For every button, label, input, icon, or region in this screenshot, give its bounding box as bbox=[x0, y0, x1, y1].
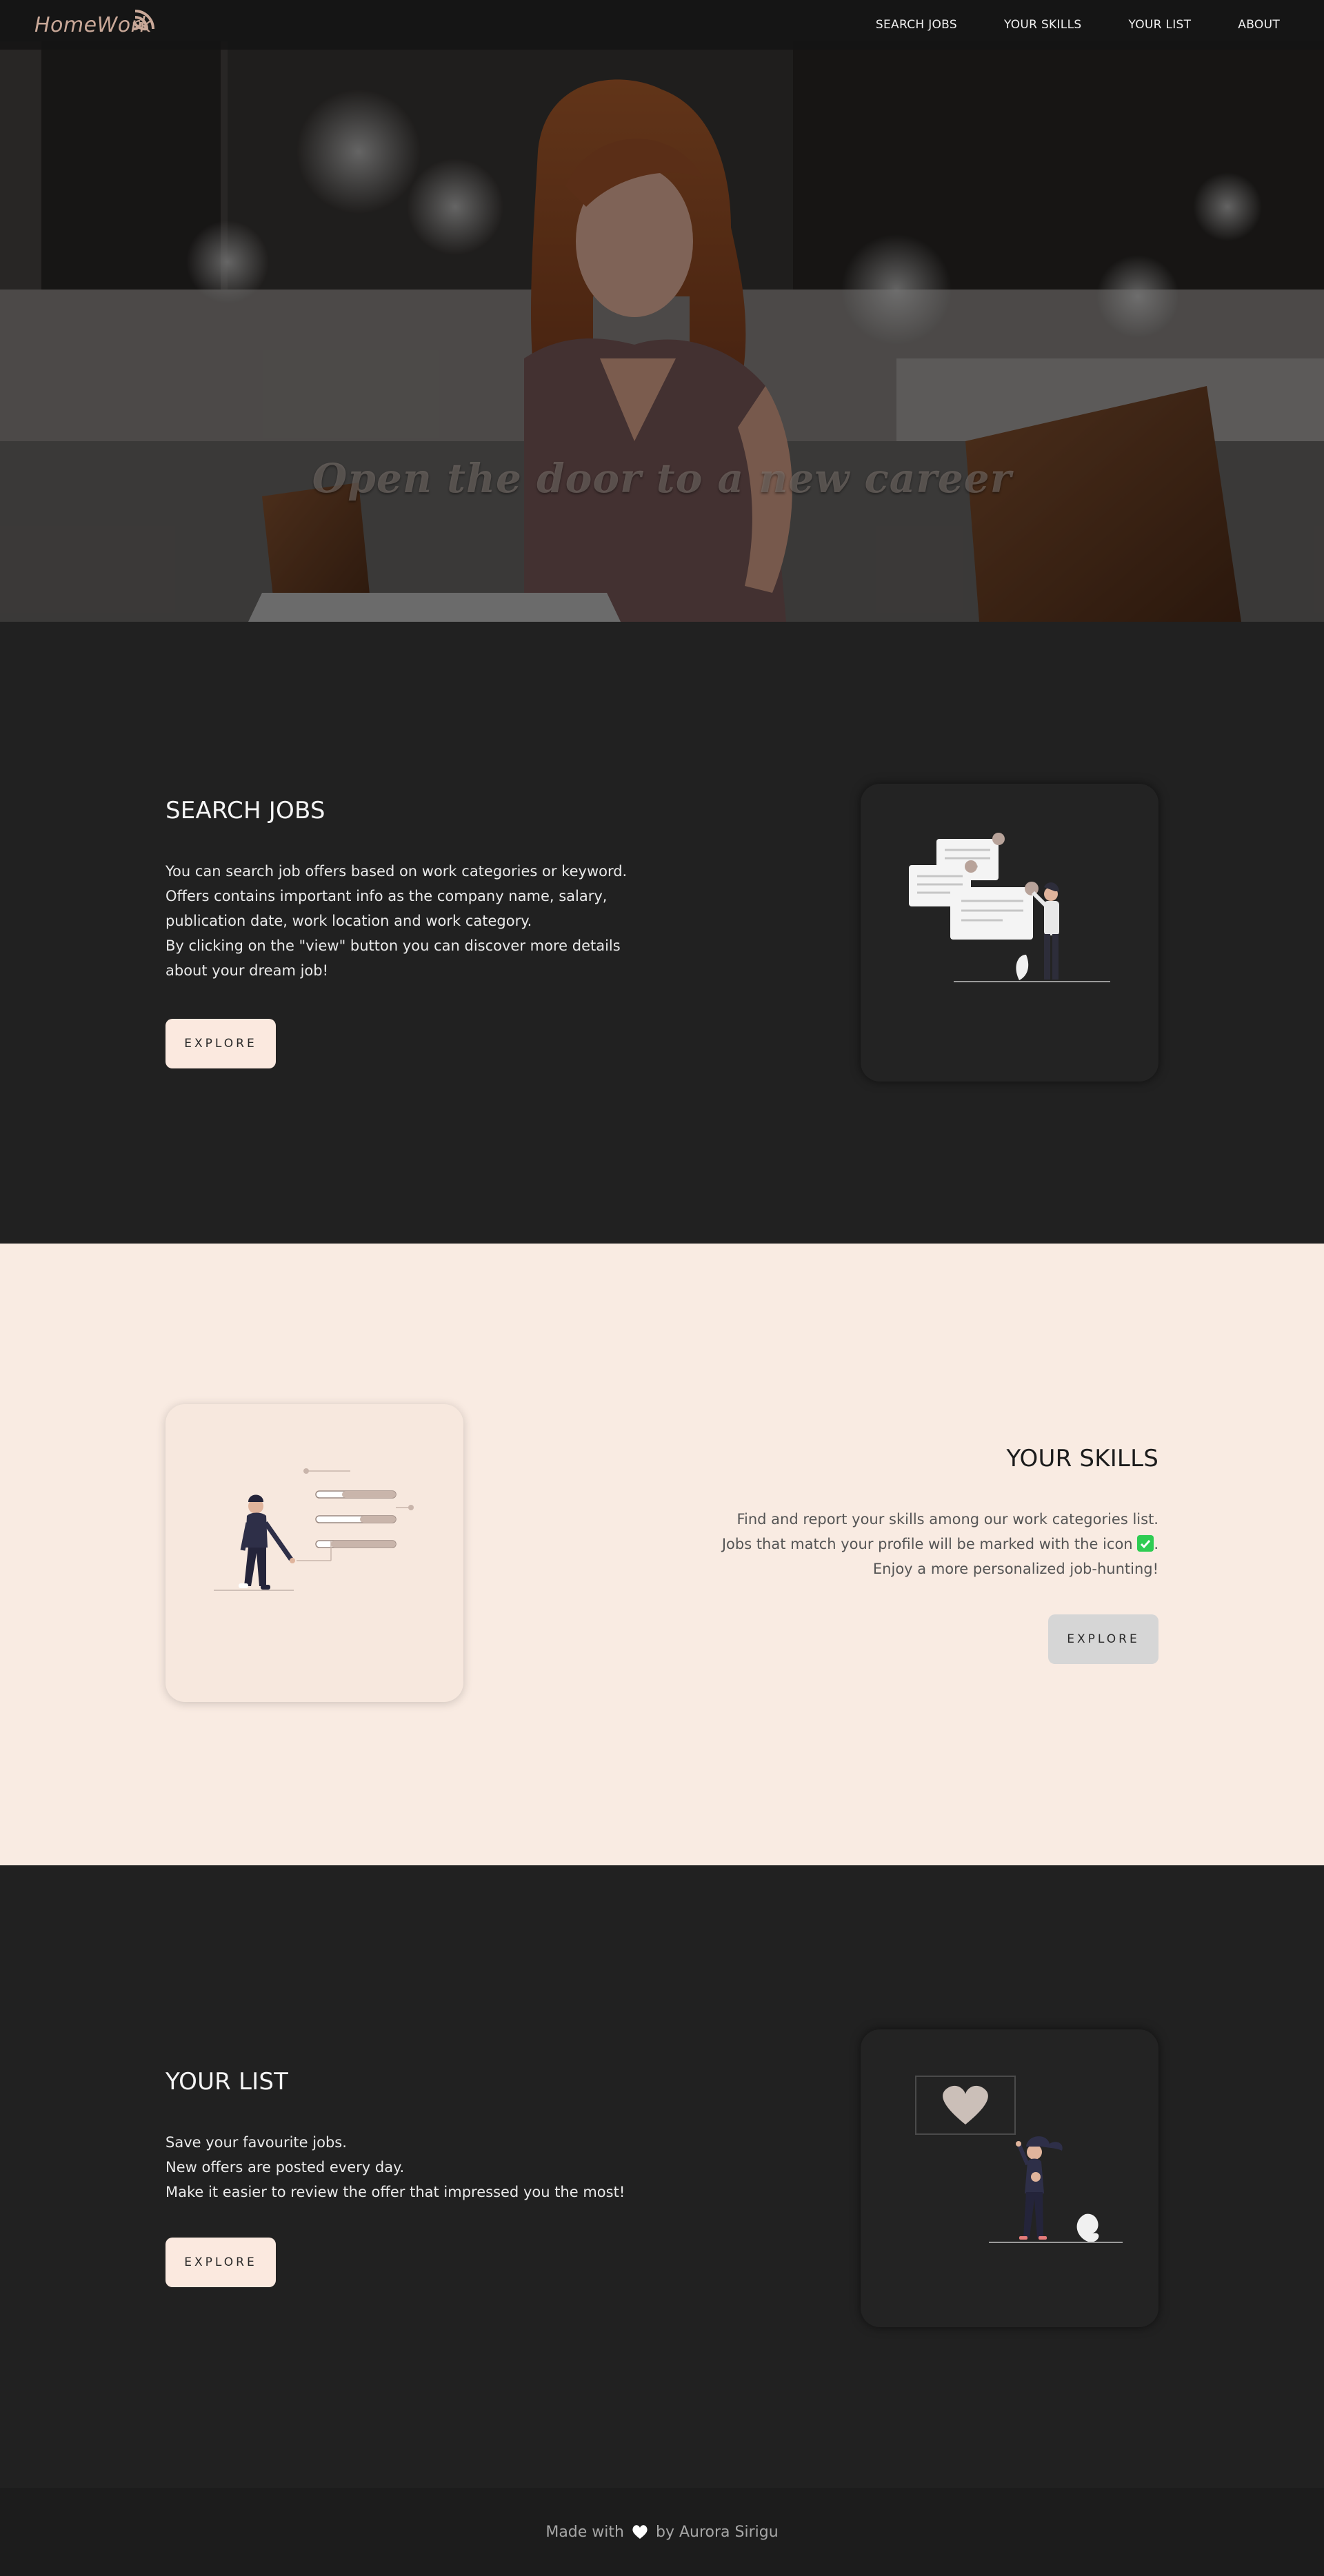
your-skills-line: Jobs that match your profile will be mar… bbox=[721, 1536, 1133, 1552]
search-jobs-section: SEARCH JOBS You can search job offers ba… bbox=[0, 622, 1324, 1244]
your-list-line: Save your favourite jobs. bbox=[166, 2134, 347, 2151]
footer-prefix: Made with bbox=[545, 2523, 624, 2541]
nav-links: SEARCH JOBS YOUR SKILLS YOUR LIST ABOUT bbox=[829, 0, 1280, 50]
your-skills-line: Find and report your skills among our wo… bbox=[736, 1511, 1158, 1528]
footer-suffix: by Aurora Sirigu bbox=[655, 2523, 779, 2541]
your-skills-line: Enjoy a more personalized job-hunting! bbox=[872, 1561, 1158, 1577]
your-skills-line-end: . bbox=[1154, 1536, 1158, 1552]
heart-illustration bbox=[915, 2076, 1123, 2243]
skills-illustration bbox=[214, 1468, 414, 1591]
hero-banner: Open the door to a new career bbox=[0, 0, 1324, 622]
your-list-line: New offers are posted every day. bbox=[166, 2159, 405, 2176]
hero-overlay bbox=[0, 0, 1324, 622]
search-jobs-line: Offers contains important info as the co… bbox=[166, 888, 608, 904]
logo[interactable]: HomeWork bbox=[34, 8, 155, 43]
logo-waves-icon bbox=[132, 10, 155, 31]
your-skills-section: YOUR SKILLS Find and report your skills … bbox=[0, 1244, 1324, 1865]
check-icon bbox=[1137, 1535, 1154, 1552]
your-skills-card bbox=[166, 1404, 463, 1702]
search-jobs-title: SEARCH JOBS bbox=[166, 797, 325, 824]
nav-your-skills[interactable]: YOUR SKILLS bbox=[1004, 18, 1081, 32]
hero-title: Open the door to a new career bbox=[312, 455, 1012, 502]
footer: Made with by Aurora Sirigu bbox=[0, 2488, 1324, 2576]
your-list-explore-button[interactable]: EXPLORE bbox=[166, 2238, 276, 2287]
search-jobs-line: By clicking on the "view" button you can… bbox=[166, 937, 621, 954]
your-list-card bbox=[861, 2029, 1158, 2327]
search-jobs-text: You can search job offers based on work … bbox=[166, 859, 627, 983]
your-list-section: YOUR LIST Save your favourite jobs. New … bbox=[0, 1865, 1324, 2488]
search-jobs-card bbox=[861, 784, 1158, 1082]
nav-search-jobs[interactable]: SEARCH JOBS bbox=[876, 18, 957, 32]
your-skills-line-with-icon: Jobs that match your profile will be mar… bbox=[722, 1532, 1158, 1556]
your-list-line: Make it easier to review the offer that … bbox=[166, 2184, 625, 2200]
your-list-title: YOUR LIST bbox=[166, 2068, 289, 2096]
documents-illustration bbox=[909, 833, 1110, 982]
search-jobs-explore-button[interactable]: EXPLORE bbox=[166, 1019, 276, 1068]
nav-about[interactable]: ABOUT bbox=[1238, 18, 1280, 32]
navbar: HomeWork SEARCH JOBS YOUR SKILLS YOUR LI… bbox=[0, 0, 1324, 50]
search-jobs-line: publication date, work location and work… bbox=[166, 913, 532, 929]
your-skills-text: Find and report your skills among our wo… bbox=[722, 1507, 1158, 1581]
search-jobs-line: You can search job offers based on work … bbox=[166, 863, 628, 880]
your-list-text: Save your favourite jobs. New offers are… bbox=[166, 2130, 625, 2204]
search-jobs-line: about your dream job! bbox=[166, 962, 329, 979]
your-skills-title: YOUR SKILLS bbox=[1006, 1445, 1158, 1472]
nav-your-list[interactable]: YOUR LIST bbox=[1128, 18, 1191, 32]
your-skills-explore-button[interactable]: EXPLORE bbox=[1048, 1614, 1158, 1664]
heart-icon bbox=[632, 2525, 648, 2539]
